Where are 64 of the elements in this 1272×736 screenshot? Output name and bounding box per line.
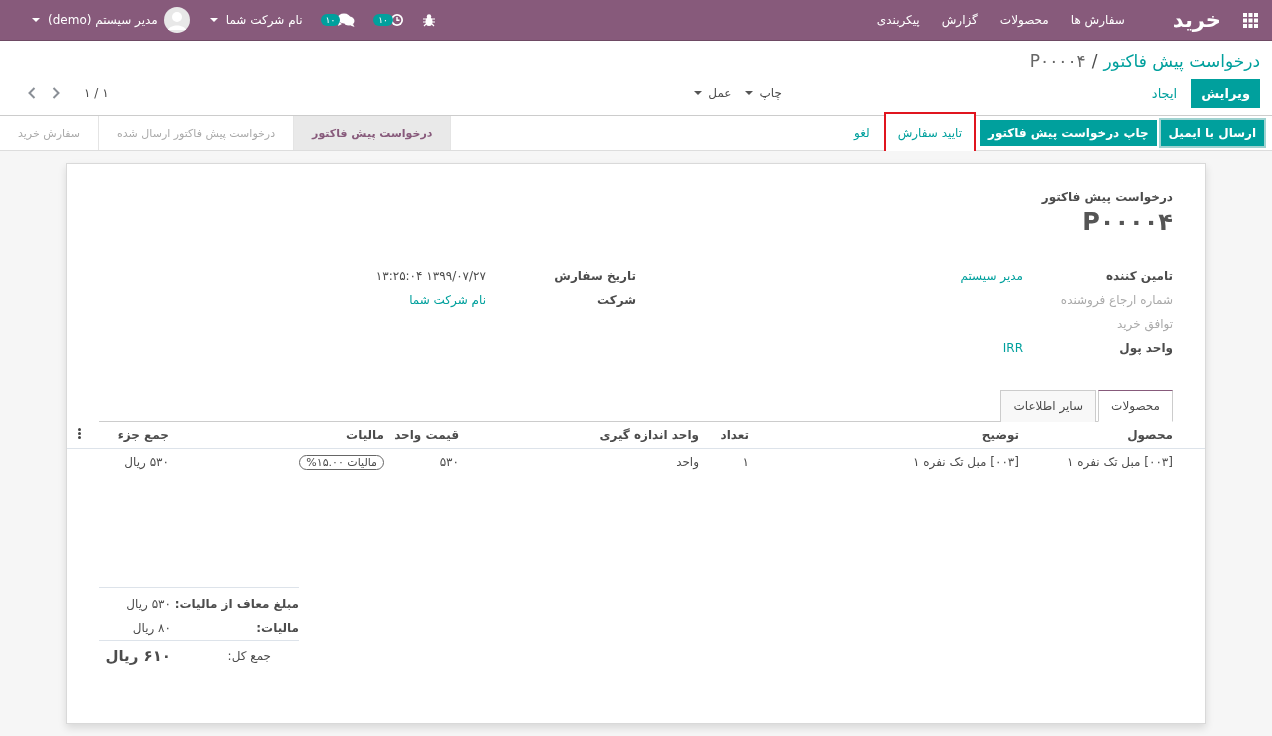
field-label: توافق خرید	[1115, 317, 1173, 331]
action-button[interactable]: چاپ درخواست پیش فاکتور	[979, 120, 1157, 146]
chat-bubbles-icon[interactable]	[337, 13, 356, 27]
create-button[interactable]: ایجاد	[1141, 78, 1188, 108]
menu-item[interactable]: گزارش	[941, 13, 978, 27]
dropdown-button[interactable]: چاپ	[753, 86, 782, 100]
kebab-menu-icon[interactable]	[77, 428, 81, 439]
dropdown-button[interactable]: عمل	[702, 86, 732, 100]
field-label: واحد پول	[1118, 341, 1173, 355]
notebook-tab[interactable]: محصولات	[1098, 390, 1173, 422]
column-header[interactable]: واحد اندازه گیری	[465, 422, 705, 449]
column-header[interactable]: محصول	[1025, 422, 1205, 449]
table-cell: ۱	[742, 455, 749, 469]
table-cell: ۵۳۰ ریال	[124, 455, 169, 469]
total-value: ۵۳۰ ریال	[126, 597, 171, 611]
caret-icon	[745, 91, 754, 95]
total-value: ۸۰ ریال	[132, 621, 171, 635]
field-value-link[interactable]: مدیر سیستم	[960, 269, 1023, 283]
cancel-link[interactable]: لغو	[846, 120, 878, 146]
field-label: شرکت	[596, 293, 636, 307]
edit-button[interactable]: ویرایش	[1191, 78, 1260, 108]
notebook-tab[interactable]: سایر اطلاعات	[1000, 390, 1097, 422]
menu-item[interactable]: پیکربندی	[876, 13, 920, 27]
action-button[interactable]: تایید سفارش	[885, 114, 974, 152]
field-value-link[interactable]: نام شرکت شما	[409, 293, 486, 307]
status-stage[interactable]: درخواست پیش فاکتور	[294, 116, 452, 150]
activity-count-badge: ۱۰	[373, 14, 393, 26]
breadcrumb-separator: /	[1091, 51, 1098, 71]
caret-icon	[209, 18, 218, 22]
message-count-badge: ۱۰	[320, 14, 341, 26]
caret-icon	[32, 18, 40, 22]
grand-total-label: جمع کل:	[226, 649, 272, 663]
column-header[interactable]: مالیات	[175, 422, 390, 449]
action-button[interactable]: ارسال با ایمیل	[1160, 120, 1264, 146]
total-label: مبلغ معاف از مالیات:	[173, 597, 299, 611]
app-name: خرید	[1172, 8, 1221, 32]
table-cell: واحد	[676, 455, 699, 469]
caret-icon	[694, 91, 703, 95]
column-header[interactable]: توضیح	[755, 422, 1025, 449]
total-label: مالیات:	[255, 621, 299, 635]
column-header[interactable]: تعداد	[705, 422, 755, 449]
apps-grid-icon[interactable]	[1243, 12, 1258, 28]
table-cell: ۵۳۰	[439, 455, 459, 469]
user-menu[interactable]: مدیر سیستم (demo)	[48, 13, 158, 27]
company-switcher[interactable]: نام شرکت شما	[225, 13, 303, 27]
grand-total-value: ۶۱۰ ریال	[105, 647, 171, 665]
table-cell: [۰۰۳] مبل تک نفره ۱	[913, 455, 1019, 469]
document-number: P۰۰۰۰۴	[1081, 208, 1173, 236]
field-label: شماره ارجاع فروشنده	[1059, 293, 1173, 307]
column-header[interactable]: قیمت واحد	[390, 422, 465, 449]
menu-item[interactable]: محصولات	[999, 13, 1049, 27]
bug-icon[interactable]	[421, 13, 436, 27]
field-value: ۱۳۹۹/۰۷/۲۷ ۱۳:۲۵:۰۴	[375, 269, 486, 283]
field-label: تاریخ سفارش	[553, 269, 636, 283]
table-cell: [۰۰۳] مبل تک نفره ۱	[1067, 455, 1173, 469]
field-label: تامین کننده	[1104, 269, 1173, 283]
menu-item[interactable]: سفارش ها	[1070, 13, 1125, 27]
column-header[interactable]: جمع جزء	[91, 422, 175, 449]
pager-counter: ۱ / ۱	[84, 86, 109, 100]
breadcrumb-link[interactable]: درخواست پیش فاکتور	[1103, 51, 1260, 71]
field-value-link[interactable]: IRR	[1002, 341, 1023, 355]
form-subtitle: درخواست پیش فاکتور	[1040, 190, 1173, 204]
avatar-icon	[163, 7, 190, 33]
breadcrumb-current: P۰۰۰۰۴	[1029, 51, 1086, 71]
